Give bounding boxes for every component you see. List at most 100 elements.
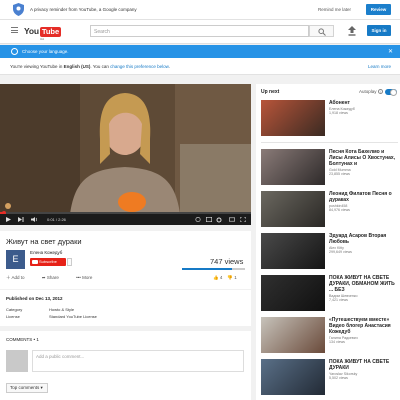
video-thumbnail[interactable] (261, 233, 325, 269)
add-to-button[interactable]: ＋ Add to (6, 275, 33, 280)
language-banner-text[interactable]: Choose your language. (22, 49, 69, 54)
related-video-item[interactable]: Эдуард Асаров Вторая Любовь Alex Kitty 299… (261, 233, 398, 273)
autoplay-toggle[interactable] (385, 88, 397, 96)
privacy-shield-icon (13, 3, 24, 16)
video-thumbnail[interactable] (261, 149, 325, 185)
fullscreen-icon[interactable] (240, 217, 246, 222)
current-language: English (US) (63, 64, 91, 69)
info-icon[interactable]: i (378, 89, 383, 94)
video-thumbnail[interactable] (261, 317, 325, 353)
play-icon[interactable] (6, 217, 11, 222)
language-note: You're viewing YouTube in English (US). … (0, 58, 400, 75)
comment-placeholder: Add a public comment... (36, 354, 85, 359)
related-video-views: 134 views (329, 340, 345, 344)
video-player[interactable]: 0:01 / 2:26 (0, 84, 251, 225)
related-video-text: ПОКА ЖИВУТ НА СВЕТЕ ДУРАКИ, ОБМАНОМ ЖИТЬ… (329, 275, 398, 302)
video-scene (0, 84, 251, 214)
search-input[interactable]: Search (90, 25, 309, 37)
search-button[interactable] (309, 25, 334, 37)
volume-icon[interactable] (31, 217, 38, 222)
video-thumbnail[interactable] (261, 100, 325, 136)
related-video-views: 1,918 views (329, 111, 348, 115)
more-button[interactable]: ••• More (76, 275, 100, 280)
related-video-views: 23,855 views (329, 172, 350, 176)
change-language-link[interactable]: change this preference below (110, 64, 169, 69)
remind-later-link[interactable]: Remind me later (318, 7, 351, 12)
player-controls: 0:01 / 2:26 (0, 214, 251, 225)
user-avatar (6, 350, 28, 372)
learn-more-link[interactable]: Learn more (368, 64, 391, 69)
language-banner: Choose your language. ✕ (0, 45, 400, 58)
comments-panel: COMMENTS • 1 Add a public comment... Top… (0, 331, 251, 400)
related-video-text: Песня Кота Бахелмо и Лисы Алисы О Хвосту… (329, 149, 398, 176)
related-video-title[interactable]: «Путешествуем вместе» Видео блогер Анаст… (329, 317, 398, 335)
related-video-text: Абонент Елена Кожедуб 1,918 views (329, 100, 398, 115)
upload-icon[interactable] (348, 26, 356, 36)
video-info-panel: Живут на свет дураки E Елена Кожедуб Sub… (0, 231, 251, 289)
sign-in-button[interactable]: Sign in (367, 25, 391, 36)
subscriber-count-box (67, 258, 72, 266)
privacy-text: A privacy reminder from YouTube, a Googl… (30, 7, 137, 12)
globe-icon (11, 48, 18, 55)
watch-later-icon[interactable] (195, 217, 201, 222)
like-ratio-bar (182, 268, 245, 270)
related-video-title[interactable]: ПОКА ЖИВУТ НА СВЕТЕ ДУРАКИ (329, 359, 398, 371)
related-video-views: 299,649 views (329, 250, 352, 254)
review-button[interactable]: Review (366, 4, 391, 15)
video-thumbnail[interactable] (261, 359, 325, 395)
close-icon[interactable]: ✕ (388, 48, 393, 55)
theater-mode-icon[interactable] (229, 217, 235, 222)
video-thumbnail[interactable] (261, 275, 325, 311)
dislike-button[interactable]: 👎 1 (227, 275, 236, 280)
related-video-views: 7,421 views (329, 298, 348, 302)
channel-avatar[interactable]: E (6, 250, 25, 269)
privacy-reminder-bar: A privacy reminder from YouTube, a Googl… (0, 0, 400, 20)
like-button[interactable]: 👍 4 (213, 275, 222, 280)
settings-gear-icon[interactable] (216, 217, 222, 223)
related-video-item[interactable]: Абонент Елена Кожедуб 1,918 views (261, 100, 398, 140)
next-icon[interactable] (18, 217, 24, 222)
related-video-item[interactable]: ПОКА ЖИВУТ НА СВЕТЕ ДУРАКИ Yaroslav Sikor… (261, 359, 398, 399)
search-placeholder: Search (94, 28, 110, 35)
related-video-views: 84,976 views (329, 208, 350, 212)
related-video-title[interactable]: Абонент (329, 100, 398, 106)
related-video-item[interactable]: «Путешествуем вместе» Видео блогер Анаст… (261, 317, 398, 357)
related-video-title[interactable]: Эдуард Асаров Вторая Любовь (329, 233, 398, 245)
about-panel: Published on Dec 13, 2012 Category Howto … (0, 290, 251, 326)
category-value[interactable]: Howto & Style (49, 307, 74, 312)
autoplay-label: Autoplay (359, 89, 377, 94)
time-display: 0:01 / 2:26 (47, 217, 66, 222)
related-video-title[interactable]: Леонид Филатов Песня о дураках (329, 191, 398, 203)
comment-input[interactable]: Add a public comment... (32, 350, 244, 372)
search-icon (318, 28, 326, 36)
like-dislike: 👍 4 👎 1 (213, 275, 237, 281)
related-video-text: Эдуард Асаров Вторая Любовь Alex Kitty 299… (329, 233, 398, 254)
sort-comments-dropdown[interactable]: Top comments ▾ (6, 383, 48, 393)
category-row: Category Howto & Style (6, 307, 75, 312)
video-title: Живут на свет дураки (6, 237, 82, 246)
guide-menu-icon[interactable] (11, 27, 18, 34)
captions-icon[interactable] (206, 217, 212, 222)
related-video-title[interactable]: ПОКА ЖИВУТ НА СВЕТЕ ДУРАКИ, ОБМАНОМ ЖИТЬ… (329, 275, 398, 293)
video-thumbnail[interactable] (261, 191, 325, 227)
share-button[interactable]: ➦ Share (42, 275, 67, 280)
comments-header: COMMENTS • 1 (6, 337, 39, 342)
language-note-text: You're viewing YouTube in English (US). … (10, 64, 170, 69)
related-video-text: Леонид Филатов Песня о дураках pushkin458… (329, 191, 398, 212)
channel-name[interactable]: Елена Кожедуб (30, 250, 62, 255)
related-video-text: «Путешествуем вместе» Видео блогер Анаст… (329, 317, 398, 344)
related-video-item[interactable]: Песня Кота Бахелмо и Лисы Алисы О Хвосту… (261, 149, 398, 189)
logo-you: You (24, 26, 39, 36)
published-date: Published on Dec 13, 2012 (6, 296, 63, 301)
action-row: ＋ Add to ➦ Share ••• More (6, 275, 108, 281)
logo-region: UA (40, 37, 45, 41)
masthead: You Tube UA Search Sign in (0, 20, 400, 44)
related-video-item[interactable]: Леонид Филатов Песня о дураках pushkin458… (261, 191, 398, 231)
related-video-item[interactable]: ПОКА ЖИВУТ НА СВЕТЕ ДУРАКИ, ОБМАНОМ ЖИТЬ… (261, 275, 398, 315)
related-sidebar: Up next Autoplay i Абонент Елена Кожедуб 1… (256, 84, 400, 400)
related-video-title[interactable]: Песня Кота Бахелмо и Лисы Алисы О Хвосту… (329, 149, 398, 167)
license-value: Standard YouTube License (49, 314, 97, 319)
subscribe-label: Subscribe (39, 259, 57, 264)
up-next-heading: Up next (261, 89, 280, 95)
subscribe-button[interactable]: Subscribe (30, 258, 66, 266)
